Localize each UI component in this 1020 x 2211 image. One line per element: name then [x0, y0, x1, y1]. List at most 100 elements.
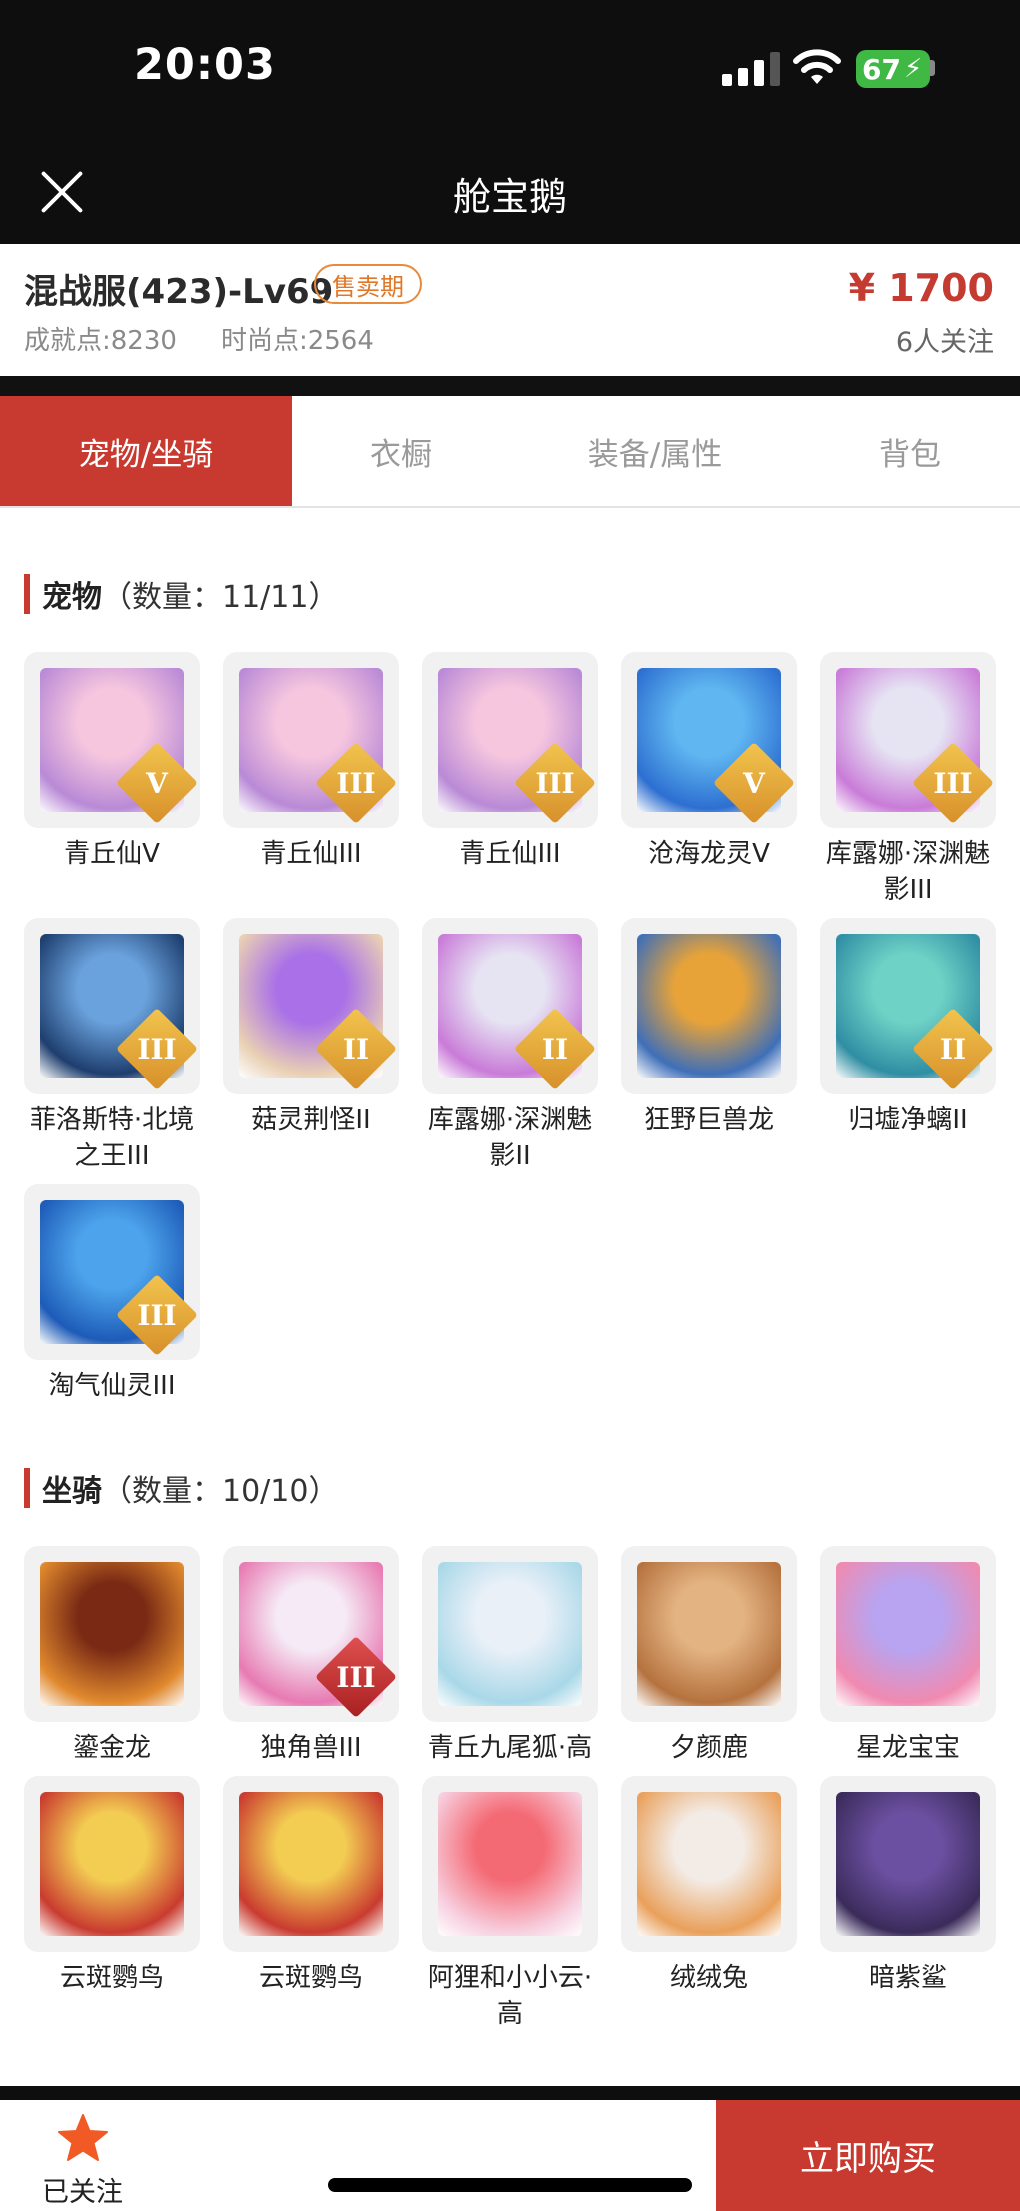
item-name: 独角兽III	[260, 1733, 362, 1763]
page-title: 舱宝鹅	[452, 175, 567, 219]
mount-item[interactable]: 云斑鹦鸟	[223, 1776, 399, 2032]
item-name: 夕颜鹿	[669, 1733, 748, 1763]
tier-label: II	[342, 1032, 370, 1066]
item-artwork	[637, 934, 781, 1078]
pet-item[interactable]: II 菇灵荆怪II	[223, 918, 399, 1174]
price: ¥ 1700	[848, 266, 994, 310]
tier-label: III	[137, 1298, 177, 1332]
item-artwork	[239, 1792, 383, 1936]
pet-item[interactable]: III 库露娜·深渊魅影III	[820, 652, 996, 908]
mounts-count: （数量：10/10）	[102, 1474, 339, 1509]
item-artwork	[40, 1792, 184, 1936]
item-thumbnail	[422, 1776, 598, 1952]
item-artwork	[836, 1792, 980, 1936]
follower-count: 6人关注	[895, 327, 994, 358]
achievement-label: 成就点:	[24, 326, 111, 356]
pet-item[interactable]: V 青丘仙V	[24, 652, 200, 908]
item-thumbnail: III	[24, 1184, 200, 1360]
mounts-grid: 鎏金龙 III 独角兽III 青丘九尾狐·高 夕颜鹿 星龙宝宝云斑鹦鸟 云斑鹦鸟 阿狸和小小云…	[24, 1546, 996, 2032]
mounts-title: 坐骑	[42, 1474, 102, 1509]
top-bar: 20:03 67 ⚡ 舱宝鹅	[0, 0, 1020, 244]
mount-item[interactable]: 暗紫鲨	[820, 1776, 996, 2032]
follow-button[interactable]: 已关注	[30, 2100, 140, 2211]
item-thumbnail: II	[223, 918, 399, 1094]
item-thumbnail	[820, 1546, 996, 1722]
item-name: 青丘仙V	[64, 839, 160, 869]
mounts-section-title: 坐骑 （数量：10/10）	[24, 1466, 338, 1510]
tab-backpack[interactable]: 背包	[800, 396, 1020, 506]
item-thumbnail	[24, 1546, 200, 1722]
pets-section-title: 宠物 （数量：11/11）	[24, 572, 338, 616]
pets-grid: V 青丘仙V III 青丘仙III III 青丘仙III V 沧海龙灵V III 库露娜·深渊魅影…	[24, 652, 996, 1404]
tier-label: III	[933, 766, 973, 800]
item-name: 青丘仙III	[459, 839, 561, 869]
item-artwork	[637, 1792, 781, 1936]
pet-item[interactable]: V 沧海龙灵V	[621, 652, 797, 908]
item-name: 菲洛斯特·北境之王III	[29, 1105, 195, 1171]
item-name: 菇灵荆怪II	[251, 1105, 371, 1135]
item-name: 库露娜·深渊魅影III	[825, 839, 991, 905]
item-thumbnail: II	[422, 918, 598, 1094]
mount-item[interactable]: 阿狸和小小云·高	[422, 1776, 598, 2032]
tier-label: II	[541, 1032, 569, 1066]
fashion-value: 2564	[307, 326, 374, 356]
tab-bar: 宠物/坐骑 衣橱 装备/属性 背包	[0, 396, 1020, 508]
item-name: 绒绒兔	[669, 1963, 748, 1993]
mount-item[interactable]: 绒绒兔	[621, 1776, 797, 2032]
item-thumbnail	[621, 1776, 797, 1952]
pet-item[interactable]: II 归墟净螭II	[820, 918, 996, 1174]
pet-item[interactable]: III 淘气仙灵III	[24, 1184, 200, 1404]
buy-now-button[interactable]: 立即购买	[716, 2100, 1020, 2211]
charging-bolt-icon: ⚡	[904, 54, 923, 84]
item-name: 云斑鹦鸟	[258, 1963, 363, 1993]
pet-item[interactable]: III 青丘仙III	[223, 652, 399, 908]
item-thumbnail: III	[223, 1546, 399, 1722]
pet-item[interactable]: II 库露娜·深渊魅影II	[422, 918, 598, 1174]
battery-level: 67	[862, 52, 901, 86]
star-icon	[58, 2114, 108, 2161]
item-artwork	[438, 1562, 582, 1706]
item-thumbnail: III	[422, 652, 598, 828]
item-name: 青丘仙III	[260, 839, 362, 869]
item-thumbnail: III	[24, 918, 200, 1094]
item-thumbnail: III	[223, 652, 399, 828]
mount-item[interactable]: 夕颜鹿	[621, 1546, 797, 1766]
item-artwork	[836, 1562, 980, 1706]
battery-tail	[929, 60, 935, 76]
fashion-label: 时尚点:	[220, 326, 308, 356]
mount-item[interactable]: 星龙宝宝	[820, 1546, 996, 1766]
tab-equipment[interactable]: 装备/属性	[510, 396, 800, 506]
tab-wardrobe[interactable]: 衣橱	[292, 396, 510, 506]
item-name: 云斑鹦鸟	[59, 1963, 164, 1993]
section-divider	[0, 376, 1020, 396]
tab-pets-mounts[interactable]: 宠物/坐骑	[0, 396, 292, 506]
mount-item[interactable]: 鎏金龙	[24, 1546, 200, 1766]
item-name: 狂野巨兽龙	[643, 1105, 774, 1135]
item-artwork	[40, 1562, 184, 1706]
status-time: 20:03	[134, 40, 276, 90]
mount-item[interactable]: 云斑鹦鸟	[24, 1776, 200, 2032]
server-level: 混战服(423)-Lv69	[24, 272, 334, 312]
item-name: 淘气仙灵III	[48, 1371, 176, 1401]
item-thumbnail: III	[820, 652, 996, 828]
item-thumbnail	[223, 1776, 399, 1952]
tier-label: V	[743, 766, 765, 800]
item-thumbnail: V	[621, 652, 797, 828]
home-indicator	[328, 2178, 692, 2192]
pet-item[interactable]: III 菲洛斯特·北境之王III	[24, 918, 200, 1174]
follow-label: 已关注	[42, 2177, 123, 2208]
pet-item[interactable]: 狂野巨兽龙	[621, 918, 797, 1174]
listing-header: 混战服(423)-Lv69 售卖期 成就点:8230 时尚点:2564 ¥ 170…	[0, 244, 1020, 376]
item-name: 沧海龙灵V	[648, 839, 770, 869]
tier-label: III	[137, 1032, 177, 1066]
stats-line: 成就点:8230 时尚点:2564	[24, 320, 374, 357]
pets-title: 宠物	[42, 580, 102, 615]
item-name: 归墟净螭II	[848, 1105, 968, 1135]
item-name: 星龙宝宝	[855, 1733, 960, 1763]
mount-item[interactable]: III 独角兽III	[223, 1546, 399, 1766]
item-artwork	[637, 1562, 781, 1706]
mount-item[interactable]: 青丘九尾狐·高	[422, 1546, 598, 1766]
bottom-bar: 已关注 立即购买	[0, 2100, 1020, 2211]
item-name: 暗紫鲨	[868, 1963, 947, 1993]
pet-item[interactable]: III 青丘仙III	[422, 652, 598, 908]
